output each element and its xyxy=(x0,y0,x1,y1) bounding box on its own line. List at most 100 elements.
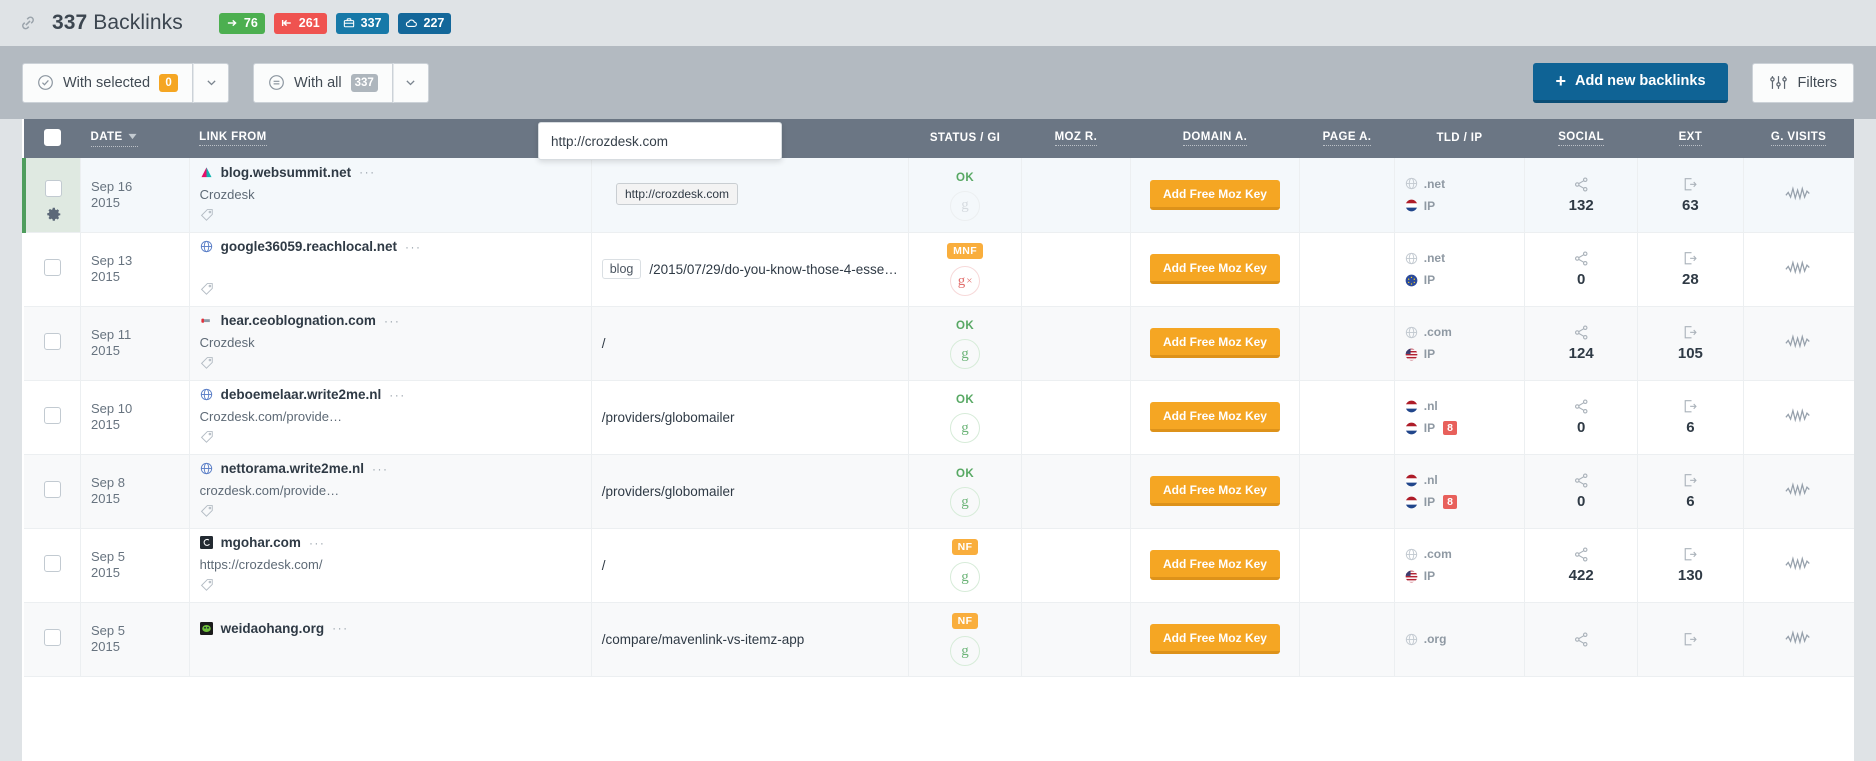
tag-icon-wrap[interactable] xyxy=(200,208,581,225)
date-day: Sep 13 xyxy=(91,253,133,268)
row-checkbox[interactable] xyxy=(44,180,62,198)
th-moz[interactable]: MOZ R. xyxy=(1021,119,1131,158)
table-row[interactable]: Sep 5 2015 weidaohang.org ··· /compare/m… xyxy=(24,602,1854,677)
ext-value: 6 xyxy=(1686,419,1695,436)
globe-icon xyxy=(1405,548,1417,560)
page-path[interactable]: / xyxy=(602,336,606,351)
chip-domains[interactable]: 337 xyxy=(335,12,389,34)
th-domain-authority[interactable]: DOMAIN A. xyxy=(1130,119,1300,158)
tag-icon-wrap[interactable] xyxy=(200,356,581,373)
anchor-text: Crozdesk.com/provide… xyxy=(199,409,342,424)
tag-icon-wrap[interactable] xyxy=(200,578,581,595)
th-ext[interactable]: EXT xyxy=(1637,119,1744,158)
page-path[interactable]: / xyxy=(602,558,606,573)
row-menu-icon[interactable]: ··· xyxy=(359,165,376,179)
row-checkbox[interactable] xyxy=(43,555,61,572)
tag-icon-wrap[interactable] xyxy=(200,430,581,447)
tld-line: .net xyxy=(1405,177,1514,191)
row-menu-icon[interactable]: ··· xyxy=(309,536,326,550)
table-row[interactable]: Sep 8 2015 nettorama.write2me.nl ··· cro… xyxy=(24,454,1854,529)
share-icon xyxy=(1574,177,1588,192)
add-free-moz-key-button[interactable]: Add Free Moz Key xyxy=(1149,476,1280,506)
tag-icon xyxy=(200,357,213,369)
tld-ip-cell: .net IP xyxy=(1394,158,1526,233)
google-index-icon: g xyxy=(950,487,981,517)
add-free-moz-key-button[interactable]: Add Free Moz Key xyxy=(1149,624,1280,654)
page-authority-cell xyxy=(1299,528,1395,603)
row-checkbox[interactable] xyxy=(43,407,61,424)
row-select-cell xyxy=(24,528,81,603)
chip-follow[interactable]: 76 xyxy=(218,12,265,34)
tag-icon-wrap[interactable] xyxy=(200,504,581,521)
tag-icon-wrap[interactable] xyxy=(200,282,581,299)
row-checkbox[interactable] xyxy=(43,259,61,276)
date-cell: Sep 16 2015 xyxy=(80,158,190,233)
row-menu-icon[interactable]: ··· xyxy=(372,462,389,476)
th-link-from[interactable]: LINK FROM xyxy=(189,119,592,158)
social-value: 422 xyxy=(1568,567,1594,584)
filters-button[interactable]: Filters xyxy=(1751,62,1854,103)
row-checkbox[interactable] xyxy=(43,629,61,646)
source-domain[interactable]: google36059.reachlocal.net xyxy=(221,239,397,254)
page-path[interactable]: /compare/mavenlink-vs-itemz-app xyxy=(602,632,805,647)
url-input-field[interactable]: http://crozdesk.com xyxy=(538,122,782,160)
select-all-checkbox[interactable] xyxy=(43,128,61,146)
with-selected-caret[interactable] xyxy=(193,62,230,103)
row-menu-icon[interactable]: ··· xyxy=(389,388,406,402)
date-year: 2015 xyxy=(91,639,120,654)
page-path[interactable]: /2015/07/29/do-you-know-those-4-esse… xyxy=(649,262,897,277)
moz-rank-cell xyxy=(1021,528,1131,603)
row-menu-icon[interactable]: ··· xyxy=(384,314,401,328)
th-date[interactable]: DATE xyxy=(80,119,190,158)
chip-nofollow[interactable]: 261 xyxy=(273,12,327,34)
add-free-moz-key-button[interactable]: Add Free Moz Key xyxy=(1149,328,1280,358)
th-visits-label: G. VISITS xyxy=(1770,131,1827,146)
source-domain[interactable]: mgohar.com xyxy=(221,535,301,550)
source-domain[interactable]: deboemelaar.write2me.nl xyxy=(221,387,382,402)
add-free-moz-key-button[interactable]: Add Free Moz Key xyxy=(1149,254,1280,284)
sparkline-icon xyxy=(1785,482,1811,497)
table-row[interactable]: Sep 11 2015 hear.ceoblognation.com ··· C… xyxy=(24,306,1854,381)
with-all-caret[interactable] xyxy=(392,62,429,103)
flag-nl-icon xyxy=(1405,400,1418,412)
source-domain[interactable]: weidaohang.org xyxy=(221,621,325,636)
add-new-backlinks-button[interactable]: + Add new backlinks xyxy=(1533,62,1728,103)
social-value: 0 xyxy=(1576,493,1586,510)
with-selected-button[interactable]: With selected 0 xyxy=(22,62,194,103)
social-value: 0 xyxy=(1576,419,1586,436)
table-row[interactable]: Sep 13 2015 google36059.reachlocal.net ·… xyxy=(24,232,1854,307)
source-domain[interactable]: blog.websummit.net xyxy=(221,165,352,180)
page-path[interactable]: /providers/globomailer xyxy=(602,410,735,425)
page-authority-cell xyxy=(1299,454,1395,529)
th-g-visits[interactable]: G. VISITS xyxy=(1743,119,1854,158)
with-all-button[interactable]: With all 337 xyxy=(253,62,393,103)
link-from-cell: nettorama.write2me.nl ··· crozdesk.com/p… xyxy=(189,454,592,529)
date-year: 2015 xyxy=(91,491,120,506)
add-free-moz-key-button[interactable]: Add Free Moz Key xyxy=(1149,179,1280,210)
row-checkbox[interactable] xyxy=(43,333,61,350)
th-status: STATUS / GI xyxy=(908,119,1022,158)
tld-ip-cell: .com IP xyxy=(1394,528,1526,603)
with-all-label: With all xyxy=(294,74,342,91)
chip-indexed[interactable]: 227 xyxy=(397,12,452,34)
tld-line: .net xyxy=(1405,251,1514,265)
social-cell: 132 xyxy=(1524,158,1639,233)
google-index-icon: g × xyxy=(950,266,981,296)
page-header: 337 Backlinks 76 261 337 227 xyxy=(0,0,1876,46)
row-menu-icon[interactable]: ··· xyxy=(405,240,422,254)
row-menu-icon[interactable]: ··· xyxy=(332,621,349,635)
table-row[interactable]: Sep 10 2015 deboemelaar.write2me.nl ··· … xyxy=(24,380,1854,455)
table-head: DATE LINK FROM STATUS / GI MOZ R. DOMAIN… xyxy=(24,119,1854,158)
source-domain[interactable]: hear.ceoblognation.com xyxy=(221,313,376,328)
page-path[interactable]: /providers/globomailer xyxy=(602,484,735,499)
favicon-globe xyxy=(200,388,212,401)
table-row[interactable]: Sep 16 2015 blog.websummit.net ··· Crozd… xyxy=(22,158,1854,233)
add-free-moz-key-button[interactable]: Add Free Moz Key xyxy=(1149,550,1280,580)
table-row[interactable]: Sep 5 2015 mgohar.com ··· https://crozde… xyxy=(24,528,1854,603)
add-free-moz-key-button[interactable]: Add Free Moz Key xyxy=(1149,402,1280,432)
row-checkbox[interactable] xyxy=(43,481,61,498)
source-domain[interactable]: nettorama.write2me.nl xyxy=(221,461,364,476)
th-social[interactable]: SOCIAL xyxy=(1524,119,1638,158)
th-page-authority[interactable]: PAGE A. xyxy=(1299,119,1395,158)
external-link-icon xyxy=(1684,474,1697,487)
